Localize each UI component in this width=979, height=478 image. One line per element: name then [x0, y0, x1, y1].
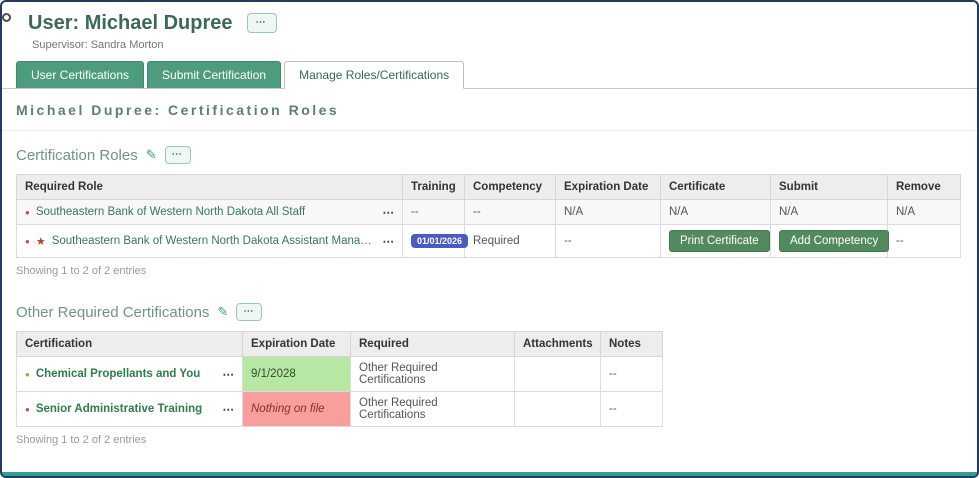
ellipsis-icon: ⋯	[172, 150, 184, 160]
ellipsis-icon: ⋯	[243, 307, 255, 317]
training-cell: 01/01/2026	[403, 225, 465, 258]
certification-roles-menu-button[interactable]: ⋯	[165, 146, 191, 164]
competency-cell: --	[465, 200, 556, 225]
user-actions-menu-button[interactable]: ⋯	[247, 13, 277, 33]
table-row: ● Senior Administrative Training ⋯ Nothi…	[17, 392, 663, 427]
column-header-attachments: Attachments	[515, 332, 601, 357]
roles-entries-summary: Showing 1 to 2 of 2 entries	[2, 258, 977, 277]
column-header-required-role: Required Role	[17, 175, 403, 200]
training-cell: --	[403, 200, 465, 225]
page-header: User: Michael Dupree ⋯	[2, 2, 977, 36]
column-header-required: Required	[351, 332, 515, 357]
tab-submit-certification[interactable]: Submit Certification	[147, 61, 281, 88]
column-header-remove: Remove	[888, 175, 961, 200]
column-header-competency: Competency	[465, 175, 556, 200]
certification-link[interactable]: Senior Administrative Training	[36, 403, 202, 415]
row-menu-ellipsis-icon[interactable]: ⋯	[383, 234, 395, 248]
tab-bar: User Certifications Submit Certification…	[2, 51, 977, 89]
expiration-cell: 9/1/2028	[243, 357, 351, 392]
tab-manage-roles-certifications[interactable]: Manage Roles/Certifications	[284, 61, 464, 89]
certification-roles-heading: Certification Roles	[16, 147, 138, 164]
status-dot-icon: ●	[25, 237, 30, 246]
tab-user-certifications[interactable]: User Certifications	[16, 61, 144, 88]
page-title: Michael Dupree: Certification Roles	[2, 89, 977, 131]
column-header-expiration-date: Expiration Date	[243, 332, 351, 357]
notes-cell: --	[601, 357, 663, 392]
row-menu-ellipsis-icon[interactable]: ⋯	[223, 367, 235, 381]
status-dot-icon: ●	[25, 405, 30, 414]
expiration-cell: Nothing on file	[243, 392, 351, 427]
submit-cell: Add Competency	[771, 225, 888, 258]
certification-roles-section-header: Certification Roles ✎ ⋯	[2, 131, 977, 174]
table-header-row: Required Role Training Competency Expira…	[17, 175, 961, 200]
table-row: ● Southeastern Bank of Western North Dak…	[17, 200, 961, 225]
supervisor-label: Supervisor: Sandra Morton	[2, 36, 977, 51]
training-date-badge[interactable]: 01/01/2026	[411, 234, 468, 248]
role-link[interactable]: Southeastern Bank of Western North Dakot…	[52, 235, 377, 247]
user-certification-window: User: Michael Dupree ⋯ Supervisor: Sandr…	[0, 0, 979, 478]
certification-roles-table: Required Role Training Competency Expira…	[16, 174, 961, 258]
status-dot-icon: ●	[25, 370, 30, 379]
edit-pencil-icon[interactable]: ✎	[146, 147, 157, 163]
remove-cell: N/A	[888, 200, 961, 225]
attachments-cell	[515, 357, 601, 392]
anchor-circle-icon	[2, 13, 11, 22]
bottom-accent-bar	[2, 472, 977, 476]
submit-cell: N/A	[771, 200, 888, 225]
notes-cell: --	[601, 392, 663, 427]
certification-link[interactable]: Chemical Propellants and You	[36, 368, 200, 380]
column-header-expiration-date: Expiration Date	[556, 175, 661, 200]
other-certifications-menu-button[interactable]: ⋯	[236, 303, 262, 321]
row-menu-ellipsis-icon[interactable]: ⋯	[223, 402, 235, 416]
expiration-cell: --	[556, 225, 661, 258]
column-header-certificate: Certificate	[661, 175, 771, 200]
print-certificate-button[interactable]: Print Certificate	[669, 230, 770, 252]
remove-cell: --	[888, 225, 961, 258]
page-header-title: User: Michael Dupree	[28, 10, 233, 36]
table-row: ● Chemical Propellants and You ⋯ 9/1/202…	[17, 357, 663, 392]
attachments-cell	[515, 392, 601, 427]
expiration-cell: N/A	[556, 200, 661, 225]
ellipsis-icon: ⋯	[256, 18, 268, 28]
table-row: ● ★ Southeastern Bank of Western North D…	[17, 225, 961, 258]
other-certifications-section-header: Other Required Certifications ✎ ⋯	[2, 277, 977, 331]
column-header-submit: Submit	[771, 175, 888, 200]
role-link[interactable]: Southeastern Bank of Western North Dakot…	[36, 206, 305, 218]
other-certifications-heading: Other Required Certifications	[16, 304, 209, 321]
column-header-certification: Certification	[17, 332, 243, 357]
required-cell: Other Required Certifications	[351, 392, 515, 427]
star-icon: ★	[36, 235, 46, 248]
row-menu-ellipsis-icon[interactable]: ⋯	[383, 205, 395, 219]
other-entries-summary: Showing 1 to 2 of 2 entries	[2, 427, 977, 446]
column-header-training: Training	[403, 175, 465, 200]
edit-pencil-icon[interactable]: ✎	[217, 304, 228, 320]
required-cell: Other Required Certifications	[351, 357, 515, 392]
status-dot-icon: ●	[25, 208, 30, 217]
column-header-notes: Notes	[601, 332, 663, 357]
competency-cell: Required	[465, 225, 556, 258]
table-header-row: Certification Expiration Date Required A…	[17, 332, 663, 357]
other-certifications-table: Certification Expiration Date Required A…	[16, 331, 663, 427]
certificate-cell: Print Certificate	[661, 225, 771, 258]
certificate-cell: N/A	[661, 200, 771, 225]
add-competency-button[interactable]: Add Competency	[779, 230, 889, 252]
